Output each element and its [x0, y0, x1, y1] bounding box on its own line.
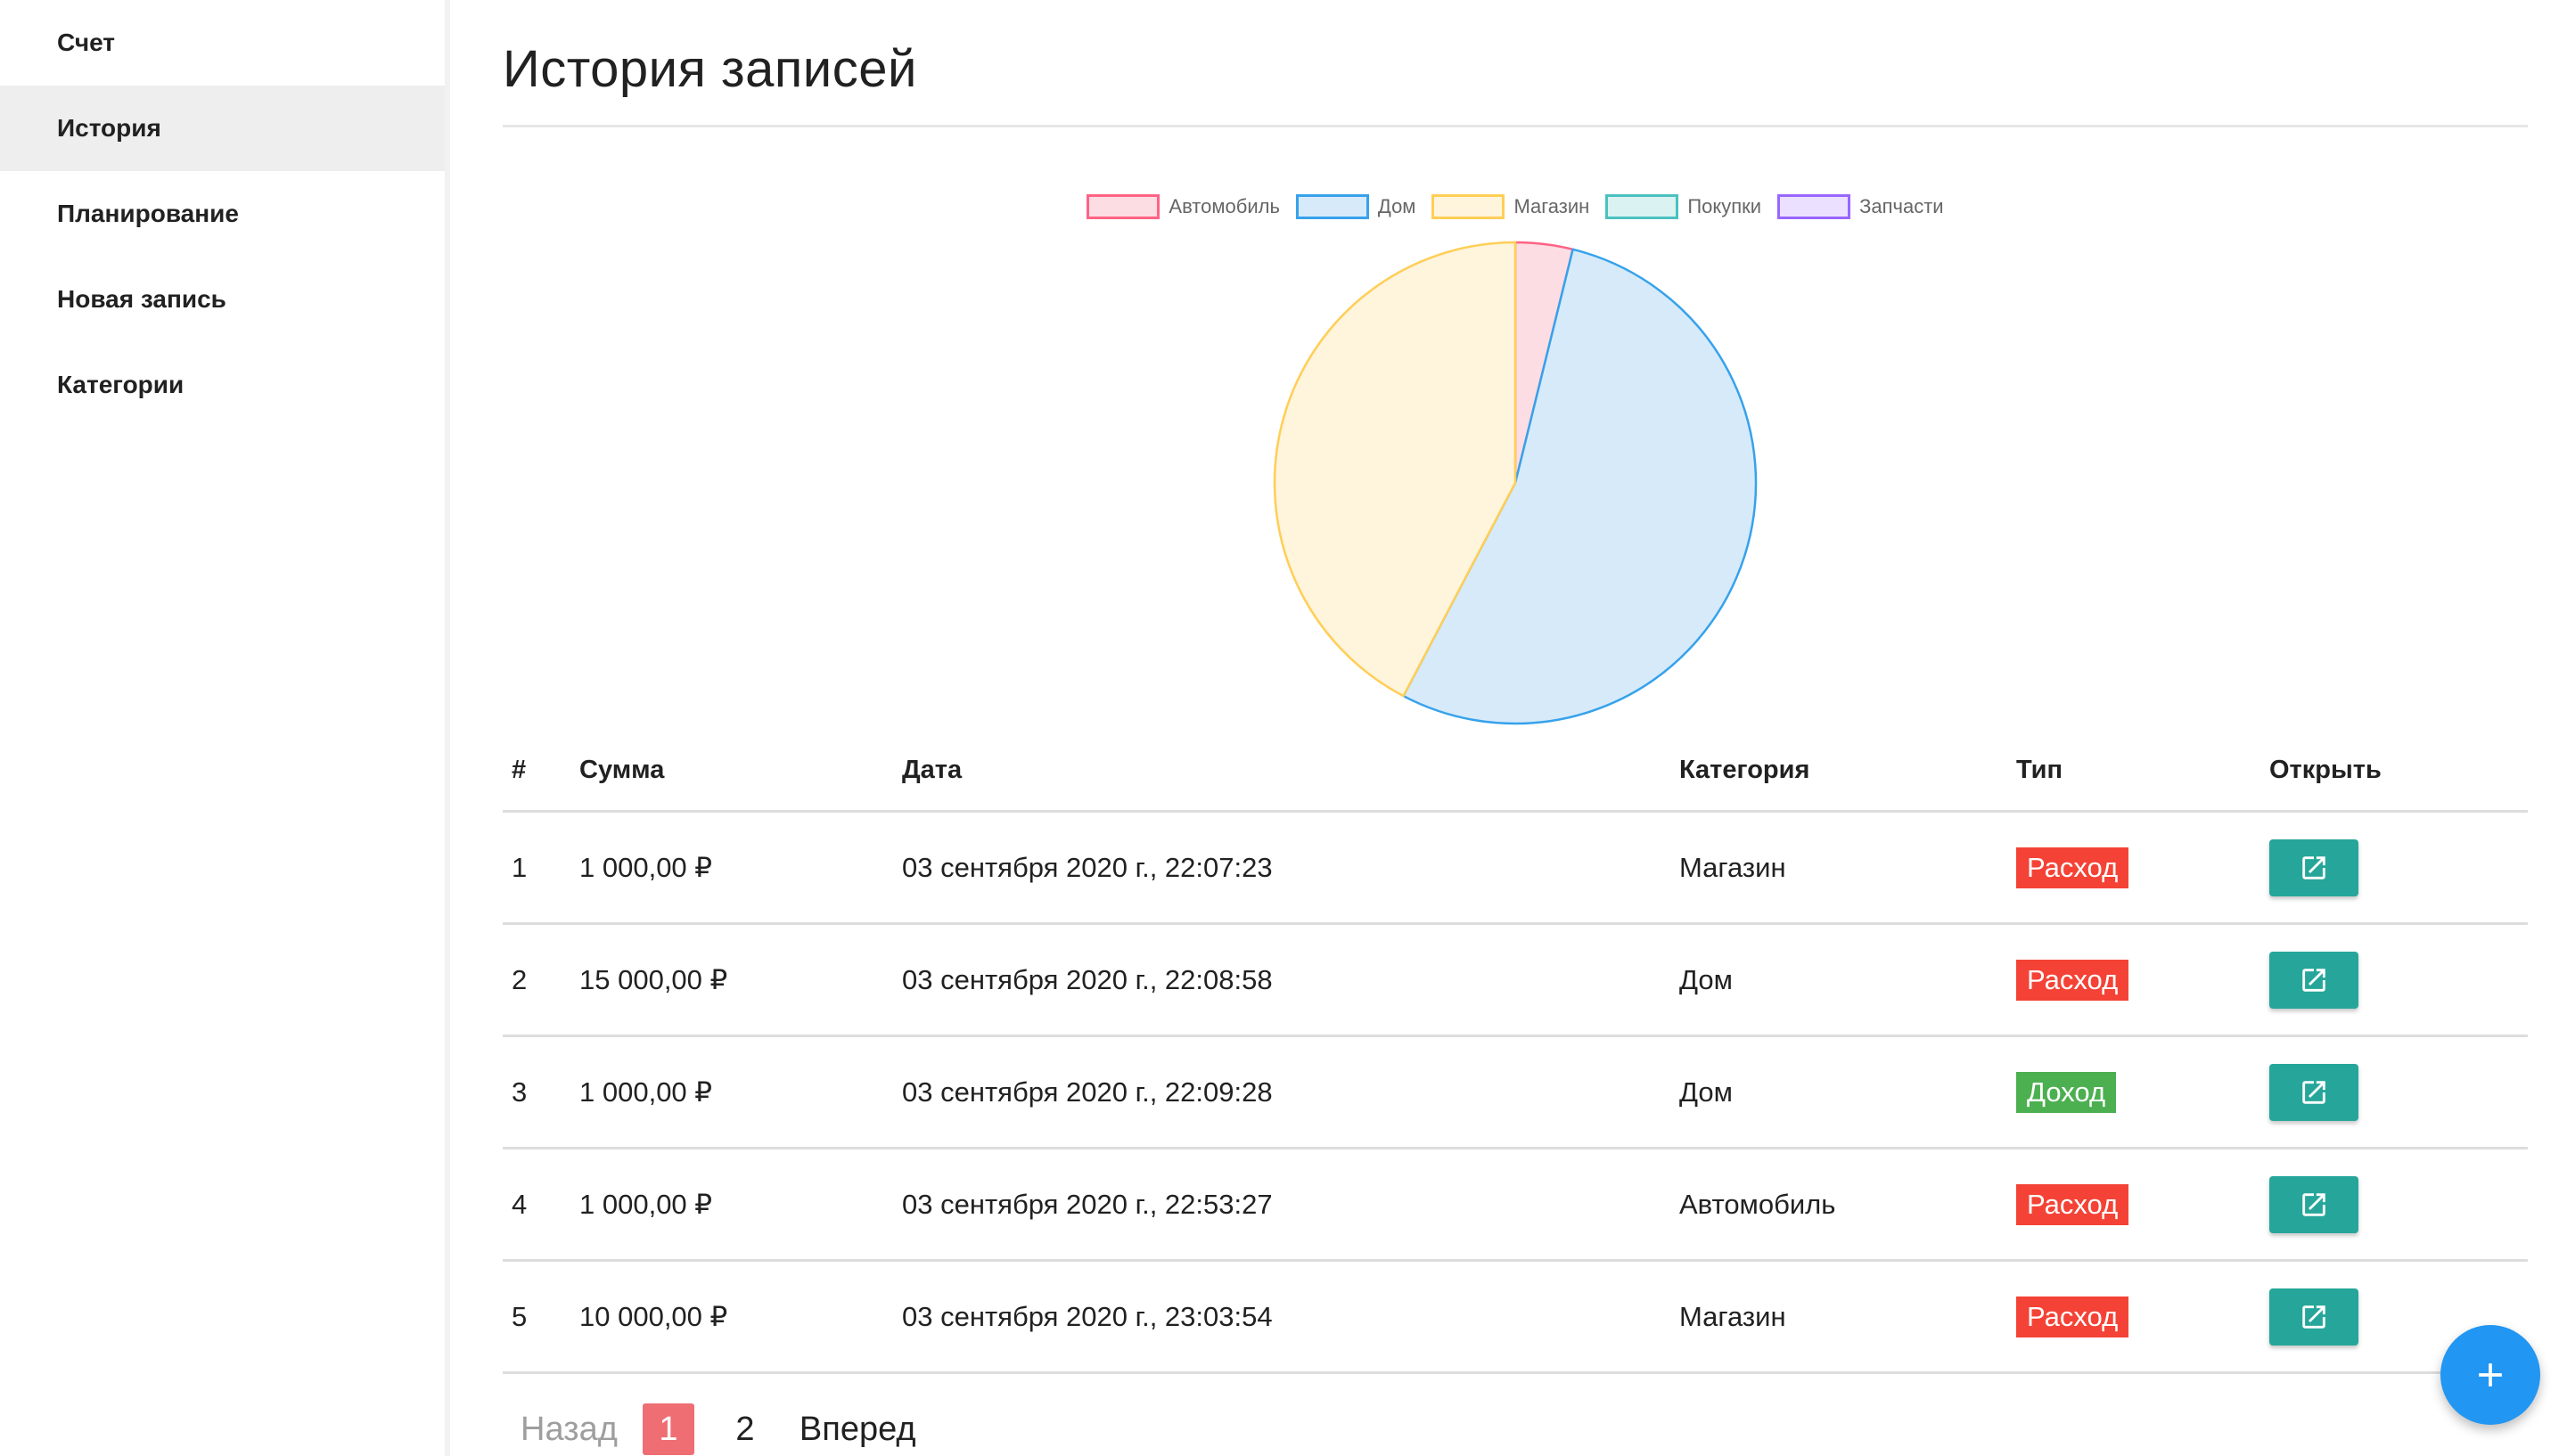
sidebar-item-history[interactable]: История: [0, 86, 445, 171]
table-header-row: # Сумма Дата Категория Тип Открыть: [503, 731, 2528, 813]
sidebar-item-new-record[interactable]: Новая запись: [0, 257, 445, 342]
cell-sum: 10 000,00 ₽: [579, 1300, 728, 1332]
pagination-prev[interactable]: Назад: [521, 1411, 618, 1449]
cell-sum: 1 000,00 ₽: [579, 1188, 713, 1220]
type-badge: Расход: [2016, 847, 2129, 888]
open-record-button[interactable]: [2269, 1063, 2358, 1121]
plus-icon: [2479, 1363, 2502, 1386]
cell-num: 3: [512, 1076, 528, 1108]
type-badge: Расход: [2016, 1296, 2129, 1337]
type-badge: Расход: [2016, 1183, 2129, 1225]
sidebar-item-categories[interactable]: Категории: [0, 342, 445, 428]
pie-chart-svg: [1273, 241, 1758, 725]
cell-num: 5: [512, 1300, 528, 1332]
add-record-fab[interactable]: [2440, 1325, 2540, 1425]
sidebar-item-label: Категории: [57, 371, 185, 398]
main-content: История записей Автомобиль Дом Магазин Поку…: [503, 0, 2528, 1456]
column-header-category: Категория: [1679, 756, 1810, 784]
title-divider: [503, 125, 2528, 127]
table-row: 3 1 000,00 ₽ 03 сентября 2020 г., 22:09:…: [503, 1037, 2528, 1149]
cell-type: Расход: [2016, 959, 2269, 1001]
cell-type: Расход: [2016, 1183, 2269, 1225]
cell-date: 03 сентября 2020 г., 22:08:58: [902, 963, 1273, 995]
open-record-button[interactable]: [2269, 838, 2358, 896]
records-table: # Сумма Дата Категория Тип Открыть 1 1 0…: [503, 731, 2528, 1374]
sidebar-item-label: История: [57, 114, 161, 142]
page-title: История записей: [503, 40, 917, 98]
type-badge: Расход: [2016, 959, 2129, 1001]
table-row: 5 10 000,00 ₽ 03 сентября 2020 г., 23:03…: [503, 1262, 2528, 1374]
column-header-num: #: [512, 756, 527, 784]
cell-num: 1: [512, 851, 528, 883]
cell-open: [2269, 838, 2528, 896]
cell-num: 4: [512, 1188, 528, 1220]
open-record-button[interactable]: [2269, 951, 2358, 1009]
cell-type: Доход: [2016, 1071, 2269, 1113]
sidebar-item-label: Планирование: [57, 200, 239, 227]
sidebar-item-planning[interactable]: Планирование: [0, 171, 445, 257]
column-header-type: Тип: [2016, 756, 2063, 784]
sidebar-item-label: Счет: [57, 29, 116, 56]
sidebar-item-label: Новая запись: [57, 285, 226, 313]
open-in-new-icon: [2302, 1305, 2325, 1329]
app-root: Счет История Планирование Новая запись К…: [0, 0, 2567, 1456]
cell-type: Расход: [2016, 1296, 2269, 1337]
table-row: 2 15 000,00 ₽ 03 сентября 2020 г., 22:08…: [503, 925, 2528, 1037]
cell-category: Дом: [1679, 963, 1733, 995]
pie-chart: Автомобиль Дом Магазин Покупки Запчасти: [503, 178, 2528, 731]
column-header-open: Открыть: [2269, 756, 2382, 784]
cell-date: 03 сентября 2020 г., 22:09:28: [902, 1076, 1273, 1108]
sidebar: Счет История Планирование Новая запись К…: [0, 0, 450, 1456]
sidebar-item-account[interactable]: Счет: [0, 0, 445, 86]
table-row: 4 1 000,00 ₽ 03 сентября 2020 г., 22:53:…: [503, 1149, 2528, 1262]
cell-open: [2269, 1175, 2528, 1233]
open-in-new-icon: [2302, 968, 2325, 992]
cell-sum: 15 000,00 ₽: [579, 963, 728, 995]
open-record-button[interactable]: [2269, 1288, 2358, 1346]
pagination-next[interactable]: Вперед: [800, 1411, 916, 1449]
pagination-page-2[interactable]: 2: [719, 1403, 771, 1455]
open-in-new-icon: [2302, 855, 2325, 879]
cell-date: 03 сентября 2020 г., 23:03:54: [902, 1300, 1273, 1332]
cell-category: Магазин: [1679, 851, 1786, 883]
cell-type: Расход: [2016, 847, 2269, 888]
cell-sum: 1 000,00 ₽: [579, 851, 713, 883]
cell-num: 2: [512, 963, 528, 995]
open-in-new-icon: [2302, 1192, 2325, 1216]
cell-category: Магазин: [1679, 1300, 1786, 1332]
cell-category: Дом: [1679, 1076, 1733, 1108]
column-header-sum: Сумма: [579, 756, 665, 784]
cell-date: 03 сентября 2020 г., 22:53:27: [902, 1188, 1273, 1220]
cell-date: 03 сентября 2020 г., 22:07:23: [902, 851, 1273, 883]
cell-open: [2269, 951, 2528, 1009]
type-badge: Доход: [2016, 1071, 2117, 1113]
table-row: 1 1 000,00 ₽ 03 сентября 2020 г., 22:07:…: [503, 813, 2528, 925]
open-record-button[interactable]: [2269, 1175, 2358, 1233]
pagination: Назад 1 2 Вперед: [503, 1403, 916, 1455]
open-in-new-icon: [2302, 1080, 2325, 1104]
cell-sum: 1 000,00 ₽: [579, 1076, 713, 1108]
pagination-page-1[interactable]: 1: [642, 1403, 694, 1455]
cell-category: Автомобиль: [1679, 1188, 1836, 1220]
cell-open: [2269, 1063, 2528, 1121]
column-header-date: Дата: [902, 756, 963, 784]
